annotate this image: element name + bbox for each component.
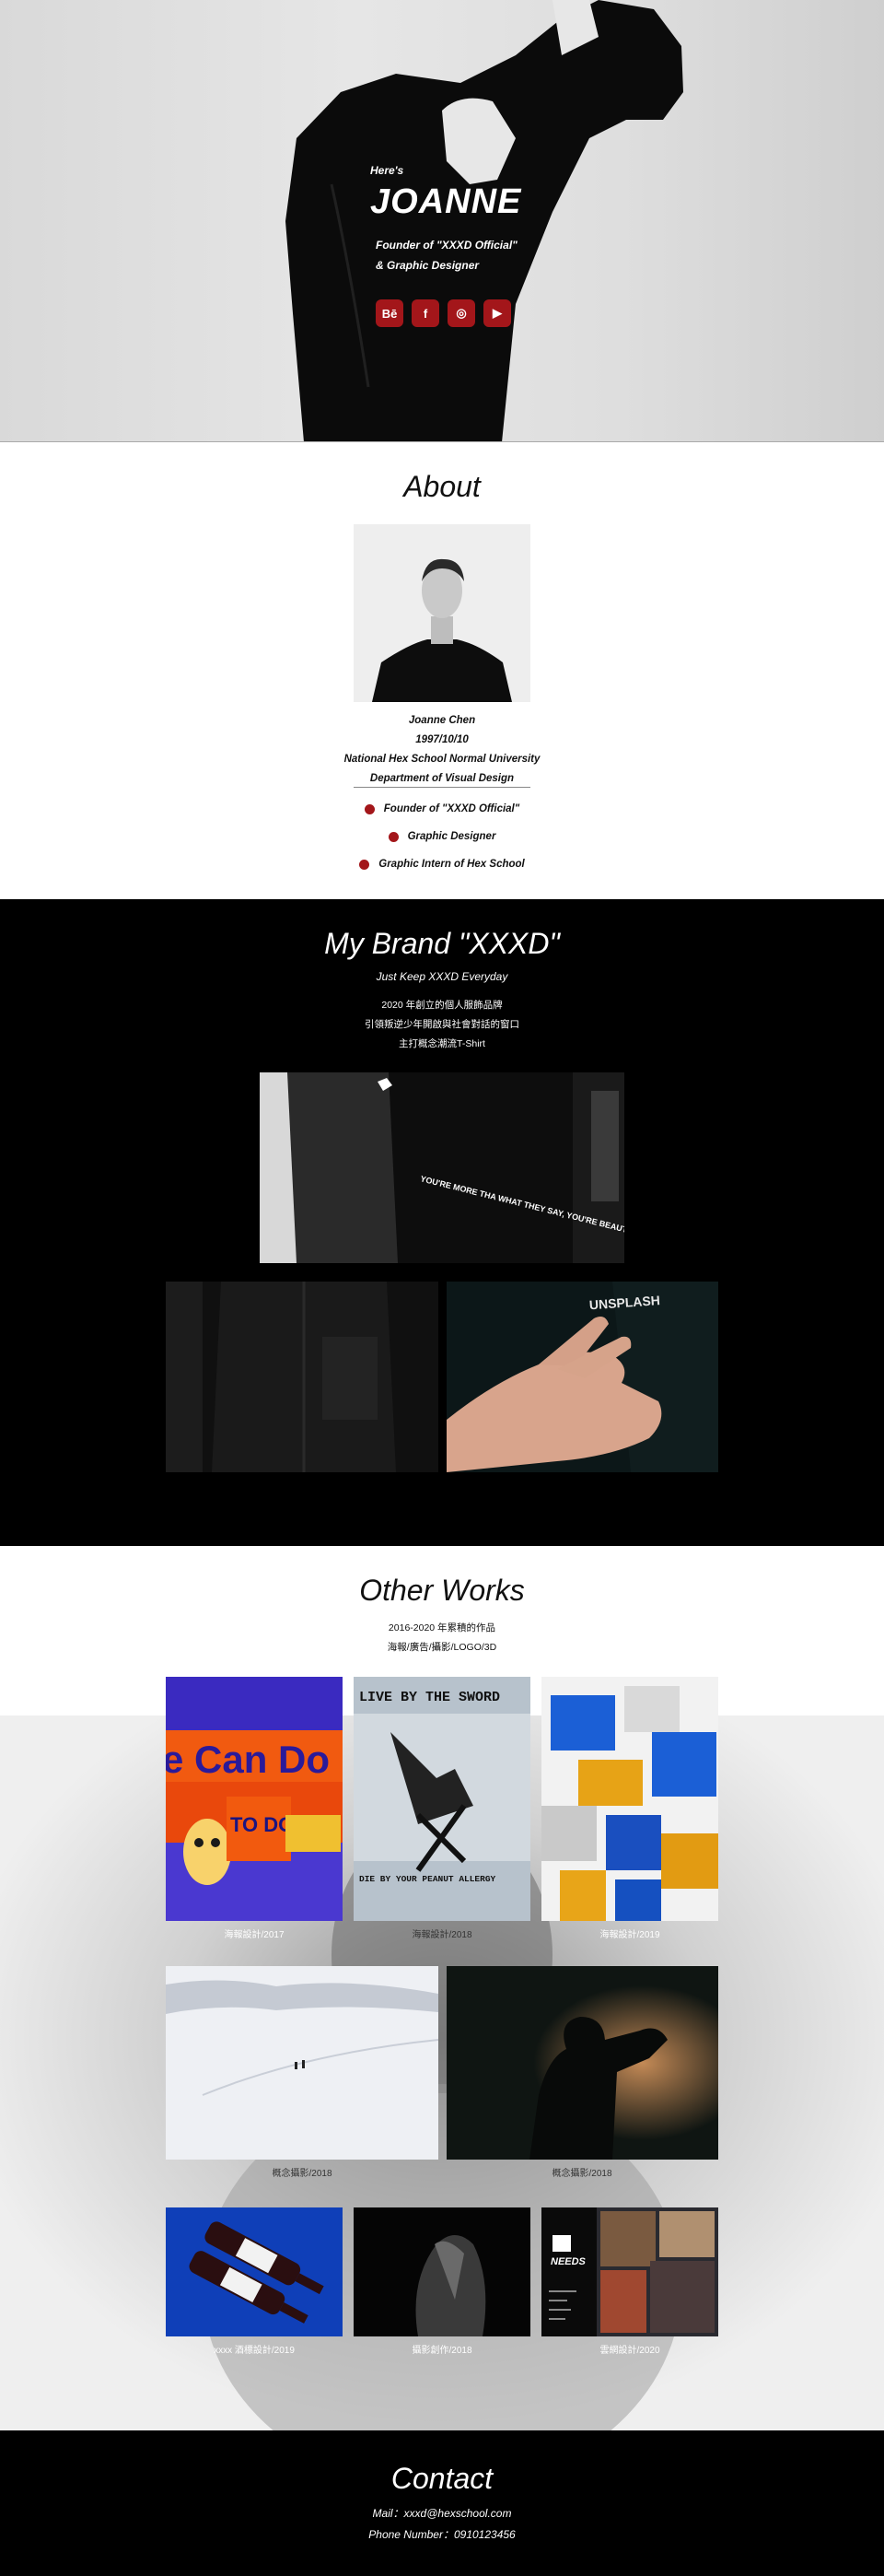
works-subtitle: 2016-2020 年累積的作品 海報/廣告/攝影/LOGO/3D	[0, 1619, 884, 1657]
hero-role-line2: & Graphic Designer	[376, 259, 480, 272]
work-tile-needs-web[interactable]: NEEDS	[541, 2207, 718, 2336]
work-tile-silhouette-photo[interactable]	[447, 1966, 718, 2160]
works-section: Other Works 2016-2020 年累積的作品 海報/廣告/攝影/LO…	[0, 1546, 884, 2430]
role-label: Graphic Designer	[407, 831, 496, 842]
brand-desc-line1: 2020 年創立的個人服飾品牌	[381, 1000, 503, 1011]
works-sub-line2: 海報/廣告/攝影/LOGO/3D	[387, 1642, 497, 1653]
work-caption: 海報設計/2017	[224, 1930, 285, 1940]
brand-desc-line3: 主打概念潮流T-Shirt	[399, 1038, 485, 1049]
role-label: Founder of "XXXD Official"	[383, 803, 520, 814]
hero-text-block: Here's JOANNE Founder of "XXXD Official"…	[370, 164, 521, 327]
works-header: Other Works 2016-2020 年累積的作品 海報/廣告/攝影/LO…	[0, 1546, 884, 1657]
about-name: Joanne Chen	[408, 715, 476, 726]
work-caption: 雲網設計/2020	[599, 2346, 660, 2356]
work-caption: 海報設計/2018	[412, 1930, 472, 1940]
work-caption: 攝影創作/2018	[412, 2346, 472, 2356]
hero-role-line1: Founder of "XXXD Official"	[376, 239, 518, 252]
role-list: Founder of "XXXD Official" Graphic Desig…	[0, 795, 884, 878]
role-label: Graphic Intern of Hex School	[378, 859, 525, 870]
poster1-text: e Can Do	[166, 1738, 330, 1781]
about-section: About Joanne Chen 1997/10/10 National He…	[0, 442, 884, 899]
needs-logo-text: NEEDS	[551, 2256, 587, 2267]
contact-phone[interactable]: Phone Number：0910123456	[0, 2526, 884, 2542]
about-title: About	[403, 470, 481, 503]
brand-hand-photo: UNSPLASH	[447, 1282, 718, 1472]
work-caption: 海報設計/2019	[599, 1930, 660, 1940]
poster2-bottom: DIE BY YOUR PEANUT ALLERGY	[359, 1874, 496, 1884]
works-sub-line1: 2016-2020 年累積的作品	[388, 1622, 496, 1633]
hero-name: JOANNE	[370, 182, 522, 221]
youtube-icon[interactable]: ▶	[483, 299, 511, 327]
about-school: National Hex School Normal University	[343, 754, 541, 765]
brand-tagline: Just Keep XXXD Everyday	[376, 970, 508, 983]
hero-section: Here's JOANNE Founder of "XXXD Official"…	[0, 0, 884, 442]
bullet-icon	[388, 831, 399, 842]
contact-section: Contact Mail：xxxd@hexschool.com Phone Nu…	[0, 2430, 884, 2576]
bullet-icon	[359, 859, 370, 870]
brand-description: 2020 年創立的個人服飾品牌 引領叛逆少年開啟與社會對話的窗口 主打概念潮流T…	[0, 996, 884, 1054]
contact-title: Contact	[390, 2462, 494, 2495]
instagram-icon[interactable]: ◎	[448, 299, 475, 327]
brand-title: My Brand "XXXD"	[324, 927, 560, 960]
works-title: Other Works	[359, 1574, 525, 1607]
brand-shirt-photo: YOU'RE MORE THA WHAT THEY SAY, YOU'RE BE…	[260, 1072, 624, 1263]
facebook-icon[interactable]: f	[412, 299, 439, 327]
role-item: Graphic Intern of Hex School	[0, 850, 884, 878]
bullet-icon	[364, 803, 375, 814]
role-item: Founder of "XXXD Official"	[0, 795, 884, 823]
work-tile-poster-2017[interactable]: e Can Do TO DO !!	[166, 1677, 343, 1921]
brand-desc-line2: 引領叛逆少年開啟與社會對話的窗口	[365, 1019, 519, 1030]
brand-jacket-photo	[166, 1282, 438, 1472]
about-info: Joanne Chen 1997/10/10 National Hex Scho…	[0, 711, 884, 789]
work-tile-dark-portrait[interactable]	[354, 2207, 530, 2336]
work-tile-poster-2018[interactable]: LIVE BY THE SWORD DIE BY YOUR PEANUT ALL…	[354, 1677, 530, 1921]
portrait-photo	[354, 524, 530, 702]
about-birthday: 1997/10/10	[415, 734, 469, 745]
work-caption: 概念攝影/2018	[272, 2169, 332, 2179]
work-tile-wine-label[interactable]	[166, 2207, 343, 2336]
hero-greeting: Here's	[370, 164, 404, 177]
work-caption: 概念攝影/2018	[552, 2169, 612, 2179]
behance-icon[interactable]: Bē	[376, 299, 403, 327]
brand-section: My Brand "XXXD" Just Keep XXXD Everyday …	[0, 899, 884, 1546]
poster2-top: LIVE BY THE SWORD	[359, 1690, 500, 1705]
about-divider	[354, 787, 530, 788]
work-tile-poster-2019[interactable]	[541, 1677, 718, 1921]
contact-mail[interactable]: Mail：xxxd@hexschool.com	[0, 2505, 884, 2521]
role-item: Graphic Designer	[0, 823, 884, 850]
social-links: Bē f ◎ ▶	[370, 299, 521, 327]
work-caption: xxxx 酒標設計/2019	[214, 2346, 295, 2356]
work-tile-snow-photo[interactable]	[166, 1966, 438, 2160]
about-department: Department of Visual Design	[369, 773, 515, 784]
